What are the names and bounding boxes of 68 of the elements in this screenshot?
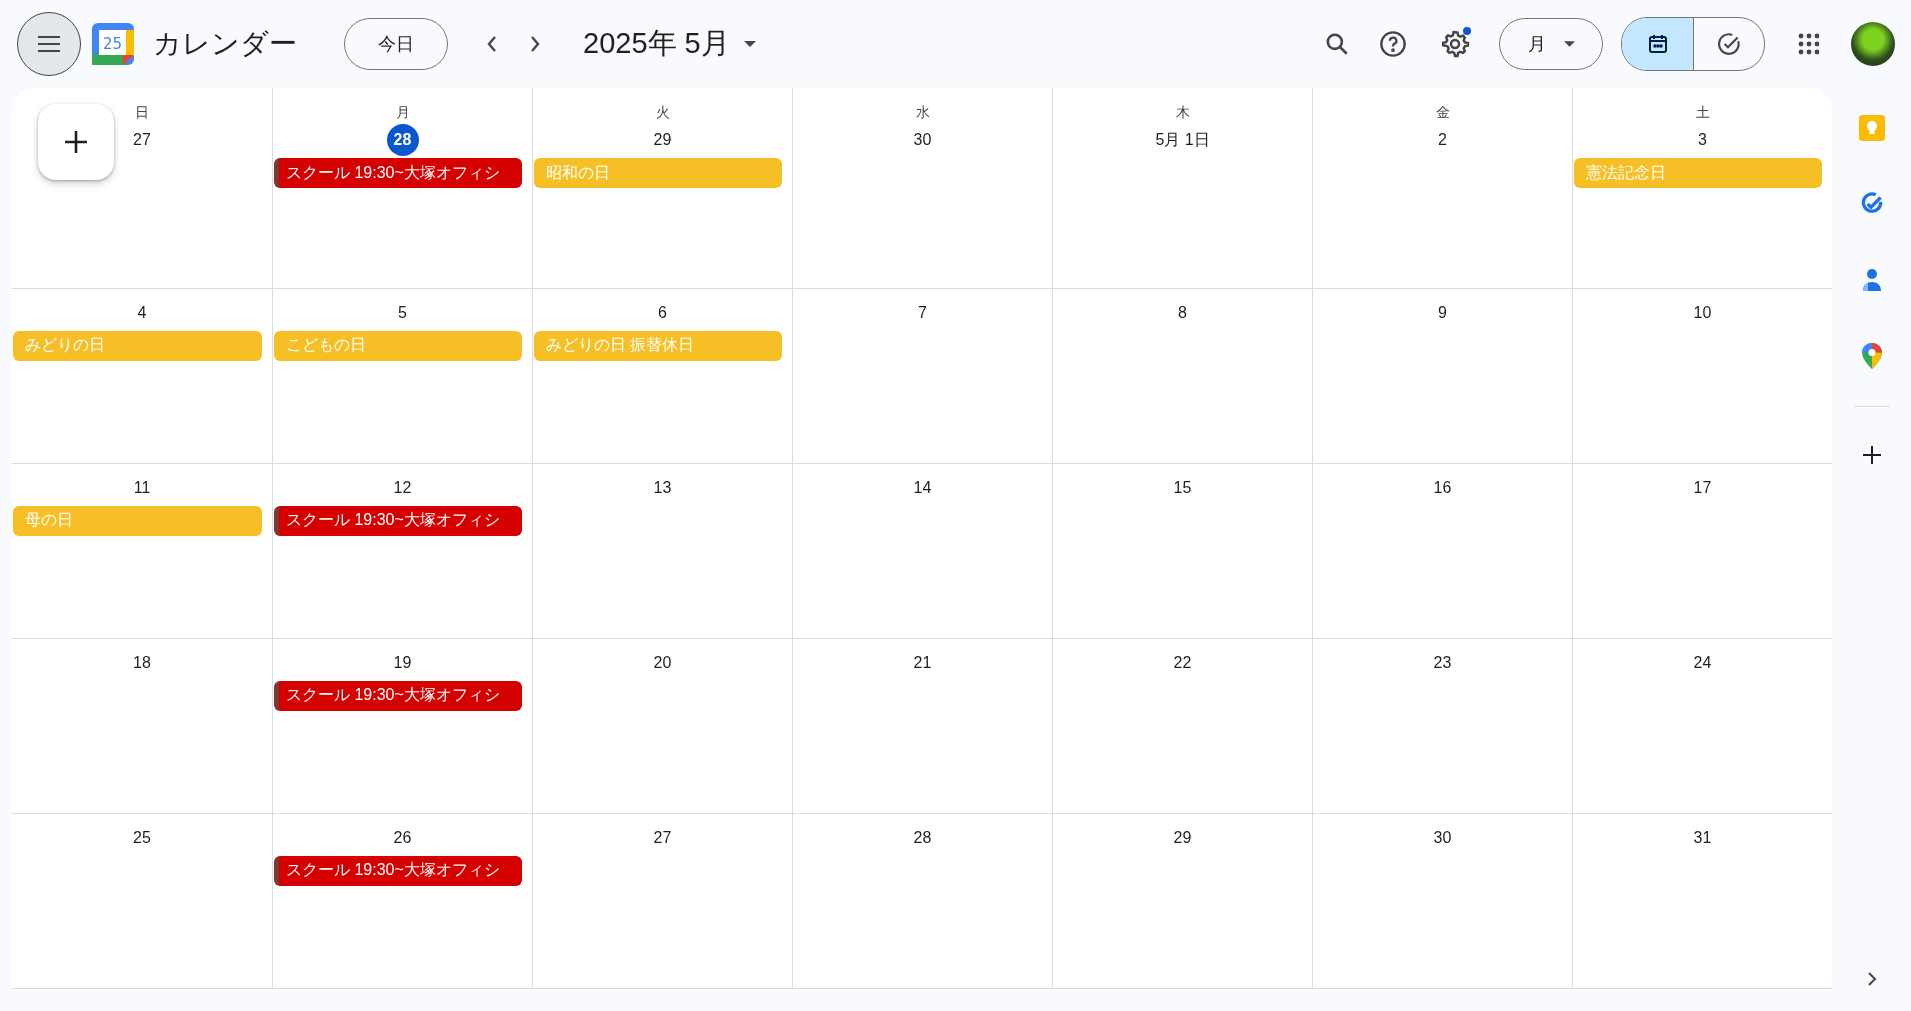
weekday-label: 水 [915, 103, 930, 122]
search-icon [1324, 31, 1350, 57]
day-number[interactable]: 22 [1166, 646, 1199, 679]
event-chip[interactable]: スクール 19:30~大塚オフィシ [274, 680, 522, 711]
day-number[interactable]: 21 [906, 646, 939, 679]
day-number[interactable]: 25 [126, 822, 158, 854]
day-number[interactable]: 30 [1426, 822, 1459, 854]
caret-icon [1563, 41, 1575, 47]
event-chip[interactable]: スクール 19:30~大塚オフィシ [274, 505, 522, 536]
weekday-label: 金 [1435, 103, 1450, 122]
day-number[interactable]: 13 [646, 471, 679, 504]
day-number[interactable]: 9 [1426, 296, 1459, 329]
app-title: カレンダー [153, 27, 297, 61]
day-number[interactable]: 27 [646, 822, 679, 854]
day-number[interactable]: 29 [1166, 822, 1199, 854]
day-number[interactable]: 20 [646, 646, 679, 679]
period-selector[interactable]: 2025年 5月 [577, 24, 762, 64]
day-number[interactable]: 7 [906, 296, 939, 329]
logo-text: 25 [102, 35, 123, 53]
settings-icon [1440, 29, 1470, 59]
check-circle-icon [1716, 31, 1742, 57]
event-chip[interactable]: スクール 19:30~大塚オフィシ [274, 158, 522, 188]
day-number[interactable]: 2 [1426, 124, 1459, 156]
day-number[interactable]: 5 [386, 296, 419, 329]
day-number[interactable]: 30 [906, 124, 939, 156]
day-number[interactable]: 24 [1686, 646, 1719, 679]
chevron-right-icon [1866, 971, 1877, 987]
plus-icon [64, 130, 88, 154]
day-number[interactable]: 14 [906, 471, 939, 504]
day-number[interactable]: 5月 1日 [1151, 124, 1214, 156]
day-number[interactable]: 16 [1426, 471, 1459, 504]
day-number[interactable]: 31 [1686, 822, 1719, 854]
day-number[interactable]: 4 [126, 296, 158, 329]
calendar-logo-icon [92, 23, 134, 65]
day-number[interactable]: 8 [1166, 296, 1199, 329]
apps-grid-icon [1798, 33, 1820, 55]
view-toggle-button[interactable] [1622, 18, 1693, 70]
avatar[interactable] [1851, 22, 1895, 66]
lightbulb-icon [1858, 115, 1885, 141]
weekday-label: 火 [655, 103, 670, 122]
day-number[interactable]: 28 [906, 822, 939, 854]
day-number[interactable]: 18 [126, 646, 158, 679]
person-icon [1860, 268, 1883, 292]
chevron-left-icon [486, 35, 498, 53]
day-number[interactable]: 11 [126, 471, 158, 504]
event-chip[interactable]: スクール 19:30~大塚オフィシ [274, 856, 522, 886]
day-number[interactable]: 27 [126, 124, 158, 156]
day-number[interactable]: 12 [386, 471, 419, 504]
help-icon [1379, 30, 1407, 58]
chevron-right-icon [529, 35, 541, 53]
weekday-label: 木 [1175, 103, 1190, 122]
day-number[interactable]: 15 [1166, 471, 1199, 504]
weekday-label: 土 [1695, 103, 1710, 122]
day-number[interactable]: 23 [1426, 646, 1459, 679]
day-number[interactable]: 6 [646, 296, 679, 329]
day-number[interactable]: 28 [386, 124, 419, 156]
plus-icon [1861, 445, 1882, 465]
day-number[interactable]: 26 [386, 822, 419, 854]
day-number[interactable]: 10 [1686, 296, 1719, 329]
day-number[interactable]: 3 [1686, 124, 1719, 156]
weekday-label: 日 [135, 103, 149, 122]
map-pin-icon [1860, 342, 1883, 370]
menu-icon [37, 35, 61, 53]
caret-icon [743, 41, 756, 47]
weekday-label: 月 [395, 103, 410, 122]
day-number[interactable]: 19 [386, 646, 419, 679]
day-number[interactable]: 29 [646, 124, 679, 156]
day-number[interactable]: 17 [1686, 471, 1719, 504]
